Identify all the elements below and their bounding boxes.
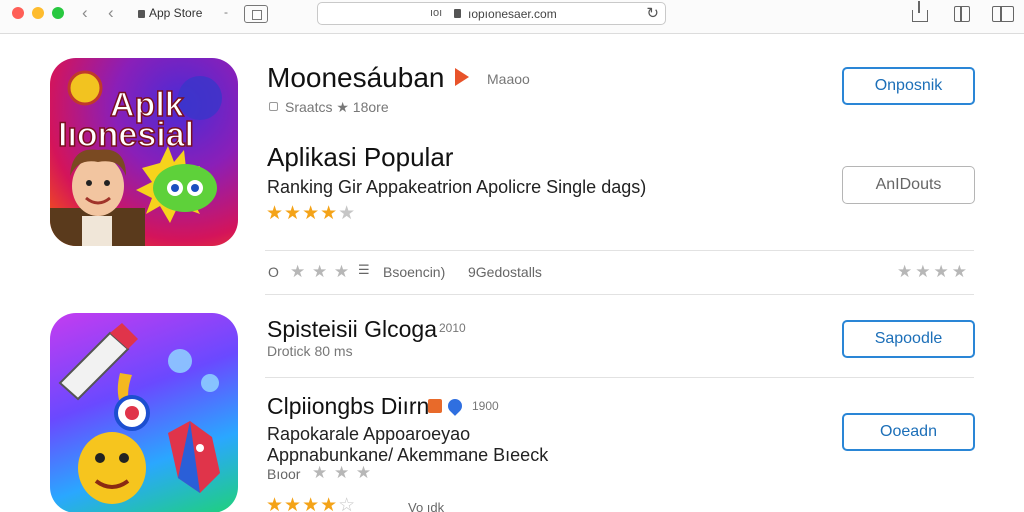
app-description: Appnabunkane/ Akemmane Bıeeck	[267, 445, 549, 465]
category-icon	[428, 399, 442, 413]
tabs-icon[interactable]	[954, 6, 970, 22]
meta-rating-stars: ★ ★ ★	[290, 262, 351, 281]
footer-text: Vo ıdk	[408, 500, 445, 512]
app-icon[interactable]	[50, 313, 238, 512]
sidebar-icon[interactable]	[244, 5, 268, 23]
tab-separator: -	[224, 5, 228, 19]
app-icon-text-2: Iıonesial	[57, 115, 195, 155]
app-title[interactable]: Moonesáuban	[267, 62, 444, 94]
share-icon[interactable]	[912, 1, 928, 22]
app-subtitle: Drotick 80 ms	[267, 343, 353, 359]
app-icon[interactable]: Aplk Iıonesial	[50, 58, 238, 246]
list-icon: ☰	[358, 262, 370, 277]
app-title[interactable]: Spisteisii Glcoga	[267, 316, 437, 343]
rating-stars: ★★★★☆	[266, 495, 357, 512]
browser-toolbar: ‹ ‹ App Store - ıoı ıopıonesaer.com ↻	[0, 0, 1024, 34]
address-bar[interactable]: ıoı ıopıonesaer.com ↻	[317, 2, 666, 25]
meta-text: Bıoor	[267, 466, 301, 482]
zoom-window-button[interactable]	[52, 7, 64, 19]
meta-prefix: O	[268, 264, 279, 280]
rating-stars: ★★★★★	[266, 203, 357, 224]
lock-icon	[454, 9, 461, 18]
meta-rating-stars: ★ ★ ★	[312, 463, 373, 482]
url-text: ıopıonesaer.com	[468, 7, 557, 21]
get-button[interactable]: Ooeadn	[842, 413, 975, 451]
meta-text: Bsoencin)	[383, 264, 446, 280]
minimize-window-button[interactable]	[32, 7, 44, 19]
meta-details: 9Gedostalls	[468, 264, 542, 280]
location-icon	[445, 396, 465, 416]
divider	[265, 377, 974, 378]
get-button[interactable]: Sapoodle	[842, 320, 975, 358]
close-window-button[interactable]	[12, 7, 24, 19]
details-button[interactable]: AnIDouts	[842, 166, 975, 204]
meta-right-stars: ★★★★	[897, 262, 970, 281]
section-title: Aplikasi Popular	[267, 142, 454, 172]
tab-app-store[interactable]: App Store	[138, 6, 202, 20]
back-icon[interactable]: ‹	[82, 4, 88, 22]
app-icon-artwork	[58, 323, 220, 504]
app-title[interactable]: Clpiiongbs Diırn	[267, 393, 429, 420]
app-title-tag: Maaoo	[487, 71, 530, 87]
lock-icon	[138, 10, 145, 18]
tab-label: App Store	[149, 6, 203, 20]
play-icon	[455, 68, 469, 86]
app-title-tag: 1900	[472, 399, 499, 413]
app-description: Ranking Gir Appakeatrion Apolicre Single…	[267, 177, 647, 197]
divider	[265, 250, 974, 251]
reload-icon[interactable]: ↻	[646, 4, 659, 22]
app-title-tag: 2010	[439, 321, 466, 335]
new-window-icon[interactable]	[992, 6, 1014, 22]
divider	[265, 294, 974, 295]
app-subtitle: Sraatcs ★ 18ore	[285, 99, 389, 115]
app-description: Rapokarale Appoaroeyao	[267, 424, 471, 444]
get-button[interactable]: Onposnik	[842, 67, 975, 105]
url-prefix: ıoı	[430, 7, 443, 19]
info-icon	[269, 102, 278, 111]
forward-icon[interactable]: ‹	[108, 4, 114, 22]
